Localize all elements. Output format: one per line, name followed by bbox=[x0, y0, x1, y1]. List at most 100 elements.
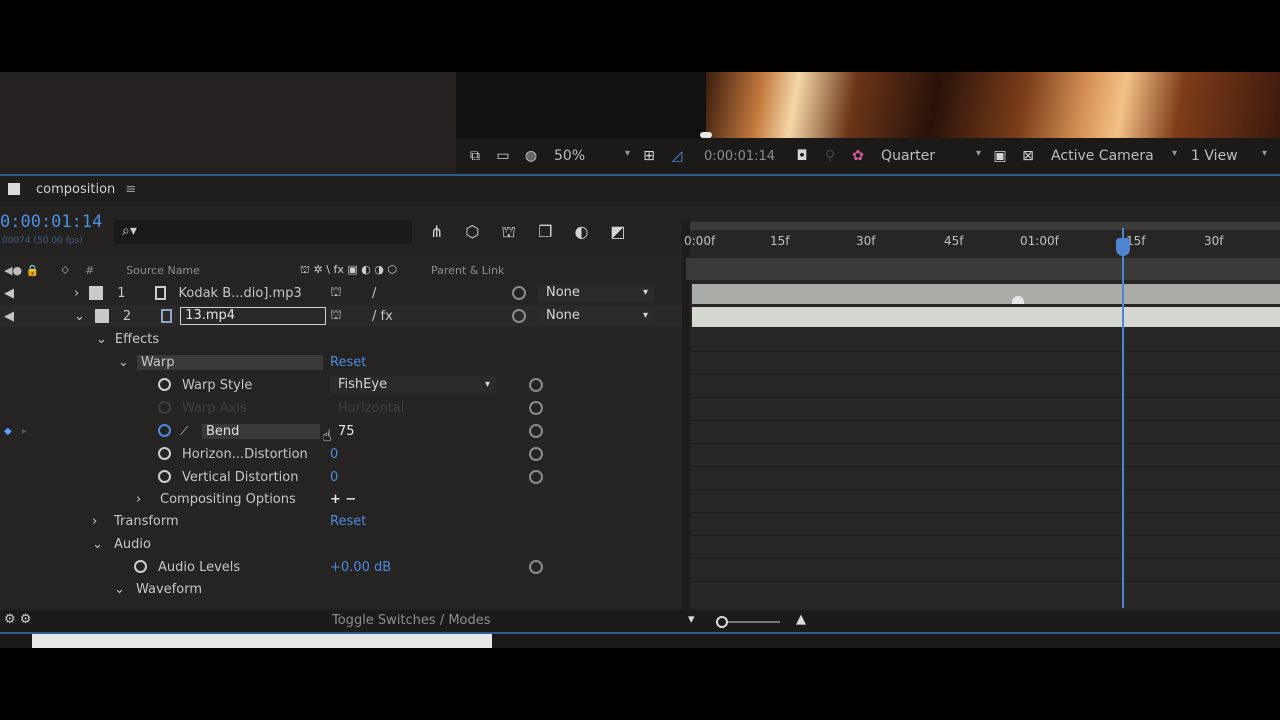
snapshot-camera-icon[interactable]: ◘ bbox=[793, 148, 811, 164]
audio-levels-row[interactable]: Audio Levels +0.00 dB bbox=[0, 556, 682, 578]
expression-pick-whip-icon[interactable] bbox=[529, 378, 543, 392]
transform-row[interactable]: › Transform Reset bbox=[0, 510, 682, 532]
waveform-row[interactable]: ⌄ Waveform bbox=[0, 578, 682, 600]
zoom-in-mountain-icon[interactable]: ▲ bbox=[796, 612, 806, 627]
layer-bar-audio[interactable] bbox=[692, 284, 1280, 304]
expression-pick-whip-icon[interactable] bbox=[529, 401, 543, 415]
fast-preview-icon[interactable]: ▣ bbox=[991, 148, 1009, 164]
warp-style-dropdown[interactable]: FishEye ▾ bbox=[330, 376, 496, 394]
label-color-swatch[interactable] bbox=[94, 309, 109, 323]
collapse-chevron-icon[interactable]: ⌄ bbox=[96, 332, 107, 347]
graph-icon[interactable]: ⟋ bbox=[180, 424, 188, 439]
transparency-grid-icon[interactable]: ⊠ bbox=[1019, 148, 1037, 164]
expand-chevron-icon[interactable]: › bbox=[136, 492, 141, 507]
zoom-slider-handle[interactable] bbox=[716, 616, 728, 628]
monitor-icon[interactable]: ▭ bbox=[494, 148, 512, 164]
compositing-options-row[interactable]: › Compositing Options + − bbox=[0, 488, 682, 510]
layer-row[interactable]: ◀ ⌄ 2 13.mp4 ⛫ / fx None ▾ bbox=[0, 305, 682, 327]
render-time-icon[interactable]: ⚙ ⚙ bbox=[4, 612, 31, 627]
audio-switch-icon[interactable]: ◀ bbox=[4, 309, 14, 324]
shy-switch-icon[interactable]: ⛫ bbox=[330, 308, 342, 325]
keyframe-diamond-icon[interactable]: ◆ bbox=[4, 426, 12, 437]
expression-pick-whip-icon[interactable] bbox=[529, 560, 543, 574]
warp-label[interactable]: Warp bbox=[136, 354, 323, 370]
audio-switch-icon[interactable]: ◀ bbox=[4, 286, 14, 301]
layer-bar-video[interactable] bbox=[692, 307, 1280, 327]
view-layout-dropdown[interactable]: 1 View ▾ bbox=[1191, 148, 1267, 164]
stopwatch-icon[interactable] bbox=[158, 378, 171, 391]
transform-reset-link[interactable]: Reset bbox=[330, 514, 366, 529]
horizon-distortion-value[interactable]: 0 bbox=[330, 447, 338, 462]
pick-whip-icon[interactable] bbox=[512, 309, 526, 323]
zoom-dropdown[interactable]: 50% ▾ bbox=[554, 148, 630, 164]
mask-visibility-icon[interactable]: ◍ bbox=[522, 148, 540, 164]
region-of-interest-icon[interactable]: ⧉ bbox=[466, 148, 484, 164]
parent-link-header[interactable]: Parent & Link bbox=[431, 264, 504, 277]
channel-color-icon[interactable]: ✿ bbox=[849, 148, 867, 164]
show-snapshot-icon[interactable]: ⚲ bbox=[821, 148, 839, 164]
collapse-chevron-icon[interactable]: ⌄ bbox=[92, 537, 103, 552]
viewer-timecode[interactable]: 0:00:01:14 bbox=[704, 149, 775, 164]
expand-chevron-icon[interactable]: › bbox=[92, 514, 97, 529]
motion-blur-icon[interactable]: ◐ bbox=[574, 222, 588, 243]
source-name-header[interactable]: Source Name bbox=[126, 264, 200, 277]
pick-whip-icon[interactable] bbox=[512, 286, 526, 300]
collapse-chevron-icon[interactable]: ⌄ bbox=[74, 309, 85, 324]
expand-chevron-icon[interactable]: › bbox=[74, 286, 79, 301]
frame-blending-icon[interactable]: ❐ bbox=[538, 222, 552, 243]
stopwatch-icon[interactable] bbox=[158, 424, 171, 437]
quality-switch-icon[interactable]: / fx bbox=[372, 309, 393, 324]
expression-pick-whip-icon[interactable] bbox=[529, 424, 543, 438]
parent-dropdown[interactable]: None ▾ bbox=[538, 284, 654, 302]
marker-icon[interactable] bbox=[1012, 296, 1024, 304]
vertical-distortion-row[interactable]: Vertical Distortion 0 bbox=[0, 466, 682, 488]
mask-path-icon[interactable]: ◿ bbox=[668, 148, 686, 164]
shy-switch-icon[interactable]: ⛫ bbox=[330, 285, 342, 302]
camera-dropdown[interactable]: Active Camera ▾ bbox=[1051, 148, 1177, 164]
expression-pick-whip-icon[interactable] bbox=[529, 447, 543, 461]
vertical-distortion-value[interactable]: 0 bbox=[330, 470, 338, 485]
current-time-indicator[interactable] bbox=[1122, 228, 1124, 608]
layer-name-input[interactable]: 13.mp4 bbox=[180, 307, 327, 325]
composition-flowchart-icon[interactable]: ⋔ bbox=[430, 222, 443, 243]
grid-guide-icon[interactable]: ⊞ bbox=[640, 148, 658, 164]
label-color-swatch[interactable] bbox=[89, 286, 104, 300]
stopwatch-icon[interactable] bbox=[134, 560, 147, 573]
collapse-chevron-icon[interactable]: ⌄ bbox=[114, 582, 125, 597]
shy-layers-icon[interactable]: ⛫ bbox=[501, 222, 516, 243]
effects-group-row[interactable]: ⌄ Effects bbox=[0, 328, 682, 350]
layer-search-input[interactable]: ⌕▾ bbox=[114, 220, 412, 244]
track-row bbox=[690, 399, 1280, 421]
composition-tab[interactable]: composition ≡ bbox=[0, 176, 1280, 202]
zoom-slider-track[interactable] bbox=[728, 621, 780, 623]
panel-menu-icon[interactable]: ≡ bbox=[125, 182, 136, 197]
bend-label[interactable]: Bend bbox=[202, 423, 320, 439]
horizon-distortion-row[interactable]: Horizon...Distortion 0 bbox=[0, 443, 682, 465]
zoom-out-icon[interactable]: ▾ bbox=[688, 612, 695, 627]
draft-3d-icon[interactable]: ⬡ bbox=[465, 222, 479, 243]
warp-reset-link[interactable]: Reset bbox=[330, 355, 366, 370]
close-tab-icon[interactable] bbox=[8, 183, 20, 195]
keyframe-nav-arrow-icon[interactable]: ▸ bbox=[22, 426, 27, 437]
warp-style-row[interactable]: Warp Style FishEye ▾ bbox=[0, 374, 682, 396]
graph-editor-icon[interactable]: ◩ bbox=[610, 222, 625, 243]
parent-dropdown[interactable]: None ▾ bbox=[538, 307, 654, 325]
expression-pick-whip-icon[interactable] bbox=[529, 470, 543, 484]
stopwatch-icon[interactable] bbox=[158, 447, 171, 460]
time-ruler[interactable]: 0:00f 15f 30f 45f 01:00f 15f 30f bbox=[684, 228, 1280, 256]
audio-levels-value[interactable]: +0.00 dB bbox=[330, 560, 391, 575]
add-remove-mask-buttons[interactable]: + − bbox=[330, 492, 356, 507]
layer-row[interactable]: ◀ › 1 Kodak B...dio].mp3 ⛫ / None ▾ bbox=[0, 282, 682, 304]
bend-value[interactable]: 75 bbox=[338, 424, 355, 439]
collapse-chevron-icon[interactable]: ⌄ bbox=[118, 355, 129, 370]
warp-effect-row[interactable]: ⌄ Warp Reset bbox=[0, 351, 682, 373]
layer-name[interactable]: Kodak B...dio].mp3 bbox=[178, 286, 301, 301]
playhead-handle[interactable] bbox=[1116, 238, 1130, 256]
toggle-switches-modes[interactable]: Toggle Switches / Modes bbox=[332, 613, 491, 628]
resolution-dropdown[interactable]: Quarter ▾ bbox=[881, 148, 981, 164]
quality-switch-icon[interactable]: / bbox=[372, 286, 376, 301]
current-time-display[interactable]: 0:00:01:14 bbox=[0, 212, 102, 232]
audio-row[interactable]: ⌄ Audio bbox=[0, 533, 682, 555]
stopwatch-icon[interactable] bbox=[158, 470, 171, 483]
bend-row[interactable]: ◆ ▸ ⟋ Bend 75 ☝ bbox=[0, 420, 682, 445]
